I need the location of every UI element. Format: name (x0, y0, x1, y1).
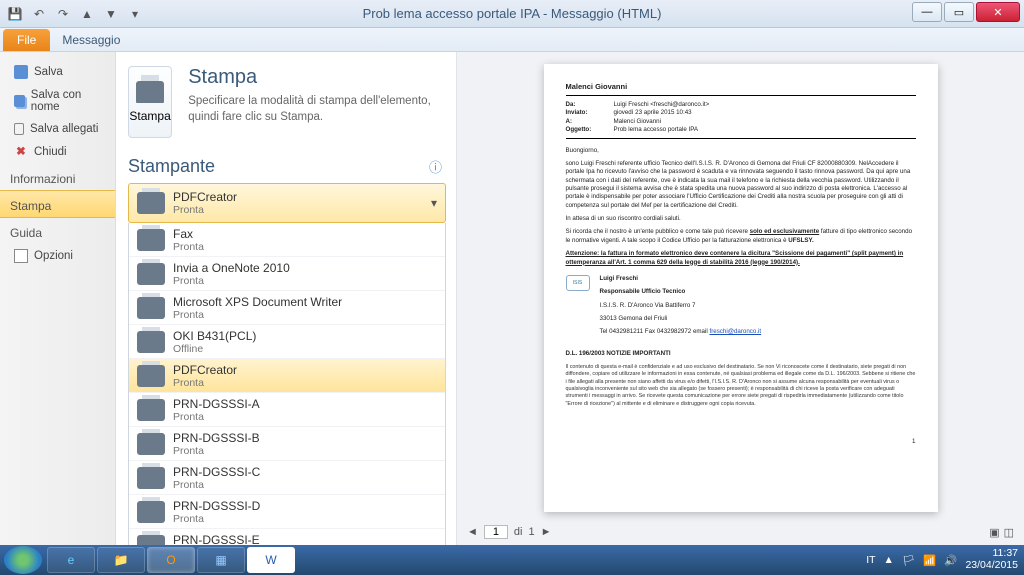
printer-icon (137, 229, 165, 251)
window-titlebar: 💾 ↶ ↷ ▲ ▼ ▾ Prob lema accesso portale IP… (0, 0, 1024, 28)
printer-icon (137, 433, 165, 455)
page-prev-icon[interactable]: ◄ (467, 526, 478, 538)
printer-icon (137, 501, 165, 523)
close-button[interactable]: ✕ (976, 2, 1020, 22)
sidebar-item-opzioni[interactable]: Opzioni (0, 244, 115, 268)
taskbar-ie-icon[interactable]: e (47, 547, 95, 573)
tab-messaggio[interactable]: Messaggio (50, 29, 132, 51)
sidebar-item-salva-con-nome[interactable]: Salva con nome (0, 84, 115, 118)
tray-clock[interactable]: 11:37 23/04/2015 (965, 548, 1018, 571)
taskbar-explorer-icon[interactable]: 📁 (97, 547, 145, 573)
printer-icon (137, 365, 165, 387)
sidebar-item-salva[interactable]: Salva (0, 60, 115, 84)
maximize-button[interactable]: ▭ (944, 2, 974, 22)
printer-list-item[interactable]: Microsoft XPS Document WriterPronta (129, 291, 445, 325)
zoom-fit-icon[interactable]: ▣ (989, 526, 999, 539)
selected-printer-name: PDFCreator (173, 190, 237, 204)
printer-dropdown[interactable]: PDFCreator Pronta ▾ (128, 183, 446, 223)
printer-icon (136, 81, 164, 103)
qat-customize-icon[interactable]: ▾ (126, 5, 144, 23)
window-title: Prob lema accesso portale IPA - Messaggi… (363, 6, 662, 21)
sidebar-item-salva-allegati[interactable]: Salva allegati (0, 118, 115, 140)
printer-list-item[interactable]: PRN-DGSSSI-BPronta (129, 427, 445, 461)
printer-icon (137, 263, 165, 285)
printer-icon (137, 467, 165, 489)
close-icon: ✖ (14, 145, 28, 159)
zoom-page-icon[interactable]: ◫ (1004, 526, 1014, 539)
tab-file[interactable]: File (3, 29, 50, 51)
printer-icon (137, 192, 165, 214)
printer-list-item[interactable]: PRN-DGSSSI-DPronta (129, 495, 445, 529)
printer-list-item[interactable]: PDFCreatorPronta (129, 359, 445, 393)
sidebar-item-chiudi[interactable]: ✖Chiudi (0, 140, 115, 164)
taskbar-app-icon[interactable]: ▦ (197, 547, 245, 573)
printer-list-item[interactable]: Invia a OneNote 2010Pronta (129, 257, 445, 291)
print-preview: Malenci Giovanni Da:Luigi Freschi <fresc… (456, 52, 1024, 545)
page-navigator: ◄ di 1 ► (467, 525, 551, 539)
print-title: Stampa (188, 66, 456, 89)
qat-redo-icon[interactable]: ↷ (54, 5, 72, 23)
page-next-icon[interactable]: ► (541, 526, 552, 538)
printer-list-item[interactable]: PRN-DGSSSI-CPronta (129, 461, 445, 495)
taskbar-outlook-icon[interactable]: O (147, 547, 195, 573)
printer-list-item[interactable]: OKI B431(PCL)Offline (129, 325, 445, 359)
zoom-controls[interactable]: ▣ ◫ (989, 526, 1014, 539)
selected-printer-status: Pronta (173, 204, 237, 216)
tray-flag-icon[interactable]: 🏳 (902, 554, 915, 567)
tray-lang[interactable]: IT (866, 554, 875, 566)
qat-prev-icon[interactable]: ▲ (78, 5, 96, 23)
printer-section-label: Stampante (128, 156, 215, 177)
save-as-icon (14, 95, 25, 107)
printer-list: FaxProntaInvia a OneNote 2010ProntaMicro… (128, 223, 446, 567)
tray-volume-icon[interactable]: 🔊 (944, 554, 957, 567)
tray-up-icon[interactable]: ▲ (884, 554, 894, 566)
minimize-button[interactable]: — (912, 2, 942, 22)
attachment-icon (14, 123, 24, 135)
info-icon[interactable]: ⓘ (429, 157, 442, 176)
logo-icon: ISIS (566, 275, 590, 291)
printer-icon (137, 331, 165, 353)
sidebar-item-guida[interactable]: Guida (0, 218, 115, 244)
printer-icon (137, 399, 165, 421)
taskbar: e 📁 O ▦ W IT ▲ 🏳 📶 🔊 11:37 23/04/2015 (0, 545, 1024, 575)
options-icon (14, 249, 28, 263)
save-icon (14, 65, 28, 79)
sidebar-item-informazioni[interactable]: Informazioni (0, 164, 115, 190)
sidebar-item-stampa[interactable]: Stampa (0, 190, 115, 218)
printer-list-item[interactable]: FaxPronta (129, 223, 445, 257)
qat-next-icon[interactable]: ▼ (102, 5, 120, 23)
start-button[interactable] (4, 546, 42, 574)
print-button[interactable]: Stampa (128, 66, 172, 138)
page-current-input[interactable] (484, 525, 508, 539)
preview-page: Malenci Giovanni Da:Luigi Freschi <fresc… (544, 64, 938, 512)
chevron-down-icon: ▾ (431, 196, 437, 210)
qat-undo-icon[interactable]: ↶ (30, 5, 48, 23)
print-panel: Stampa Stampa Specificare la modalità di… (116, 52, 456, 545)
printer-icon (137, 297, 165, 319)
print-description: Specificare la modalità di stampa dell'e… (188, 93, 456, 125)
printer-list-item[interactable]: PRN-DGSSSI-APronta (129, 393, 445, 427)
ribbon-tabs: File Messaggio (0, 28, 1024, 52)
taskbar-word-icon[interactable]: W (247, 547, 295, 573)
tray-network-icon[interactable]: 📶 (923, 554, 936, 567)
backstage-sidebar: Salva Salva con nome Salva allegati ✖Chi… (0, 52, 116, 545)
qat-save-icon[interactable]: 💾 (6, 5, 24, 23)
